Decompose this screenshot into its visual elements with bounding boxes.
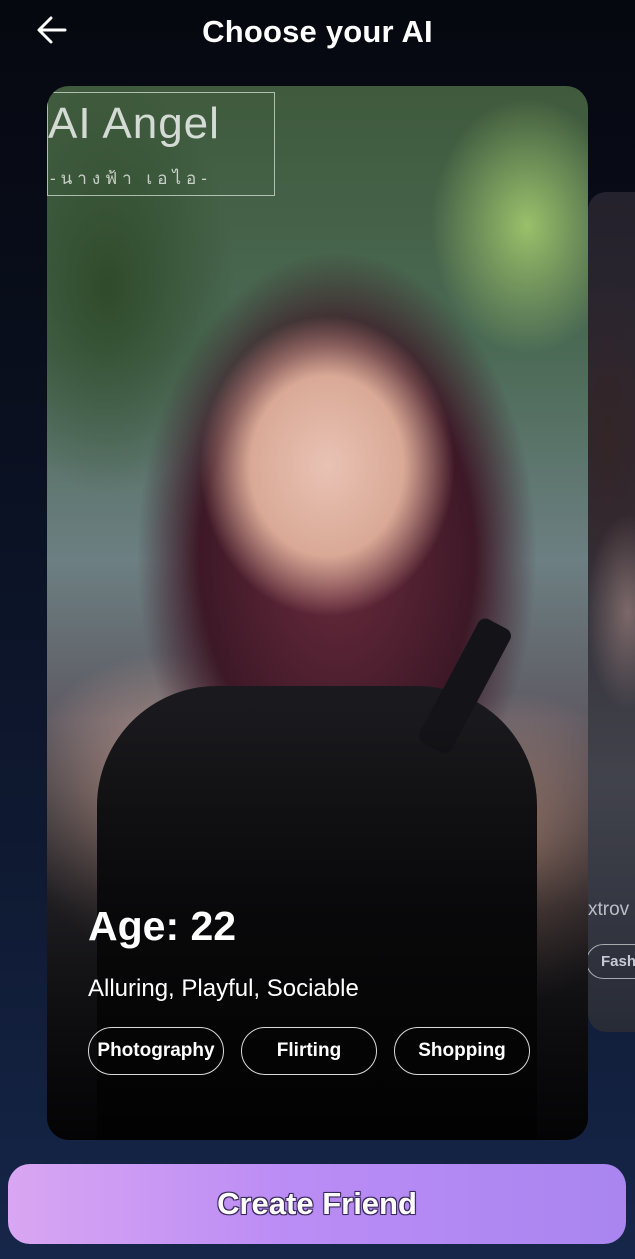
next-card-tag: Fash: [588, 944, 635, 979]
page-title: Choose your AI: [202, 14, 433, 49]
next-profile-card[interactable]: xtrov Fash: [588, 192, 635, 1032]
traits-text: Alluring, Playful, Sociable: [88, 975, 359, 1002]
age-label: Age: 22: [88, 903, 237, 949]
watermark-subtitle: -นางฟ้า เอไอ-: [50, 169, 212, 188]
profile-card[interactable]: AI Angel -นางฟ้า เอไอ- Age: 22 Alluring,…: [47, 86, 588, 1140]
tag-flirting[interactable]: Flirting: [241, 1027, 377, 1075]
watermark-title: AI Angel: [48, 99, 220, 148]
interest-tags: Photography Flirting Shopping: [88, 1027, 568, 1075]
image-watermark: AI Angel -นางฟ้า เอไอ-: [47, 92, 275, 196]
create-friend-button[interactable]: Create Friend: [8, 1164, 626, 1244]
header: Choose your AI: [0, 0, 635, 70]
tag-photography[interactable]: Photography: [88, 1027, 224, 1075]
profile-info: Age: 22 Alluring, Playful, Sociable Phot…: [88, 906, 568, 1075]
tag-shopping[interactable]: Shopping: [394, 1027, 530, 1075]
next-card-traits: xtrov: [588, 899, 630, 920]
